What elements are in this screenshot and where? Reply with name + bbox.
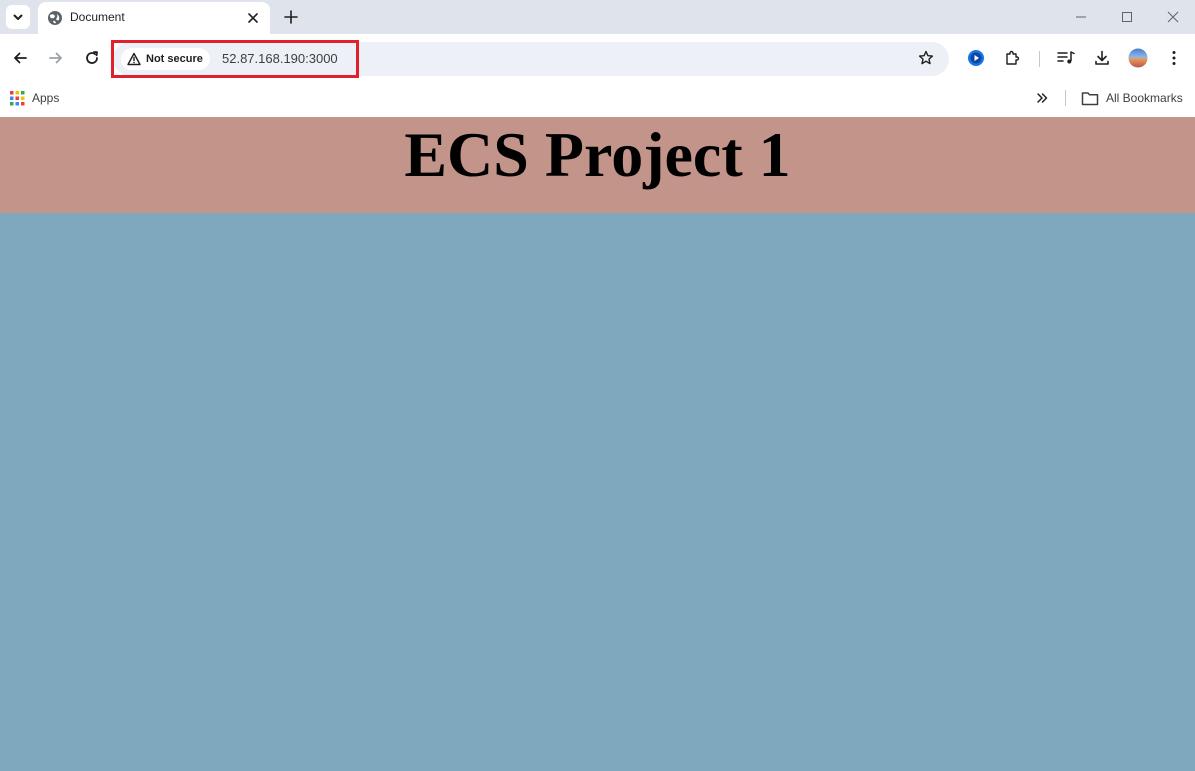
plus-icon — [284, 10, 298, 24]
close-icon — [248, 13, 258, 23]
new-tab-button[interactable] — [280, 6, 302, 28]
media-control-button[interactable] — [1055, 47, 1077, 69]
star-icon — [918, 50, 934, 65]
bookmark-star-button[interactable] — [915, 47, 937, 69]
url-text[interactable]: 52.87.168.190:3000 — [222, 51, 338, 66]
minimize-icon — [1076, 16, 1086, 18]
close-icon — [1167, 11, 1179, 23]
page-body: ECS Project 1 — [0, 117, 1195, 771]
all-bookmarks-label: All Bookmarks — [1106, 91, 1183, 105]
forward-button[interactable] — [45, 47, 67, 69]
tab-title: Document — [70, 10, 125, 24]
page-header: ECS Project 1 — [0, 117, 1195, 213]
bookmarks-bar: Apps All Bookmarks — [0, 82, 1195, 117]
puzzle-icon — [1006, 50, 1020, 65]
tab-strip: Document — [0, 0, 1195, 34]
avatar — [1128, 48, 1148, 68]
browser-menu-button[interactable] — [1163, 47, 1185, 69]
extensions-menu-button[interactable] — [1001, 47, 1023, 69]
bookmarks-divider — [1065, 90, 1066, 106]
play-extension-icon — [968, 50, 984, 66]
profile-button[interactable] — [1127, 47, 1149, 69]
download-icon — [1095, 50, 1109, 65]
chevron-down-icon — [13, 14, 23, 20]
back-button[interactable] — [9, 47, 31, 69]
reload-icon — [86, 51, 98, 64]
warning-icon — [127, 52, 141, 66]
globe-icon — [48, 11, 62, 25]
tab-close-button[interactable] — [245, 10, 261, 26]
apps-label: Apps — [32, 91, 60, 105]
page-title: ECS Project 1 — [404, 119, 791, 190]
kebab-menu-icon — [1172, 51, 1176, 65]
security-indicator[interactable]: Not secure — [121, 48, 210, 70]
security-label: Not secure — [146, 53, 203, 65]
arrow-left-icon — [14, 52, 27, 64]
browser-tab[interactable]: Document — [38, 2, 270, 34]
arrow-right-icon — [49, 52, 62, 64]
apps-shortcut[interactable]: Apps — [10, 88, 59, 108]
all-bookmarks-button[interactable]: All Bookmarks — [1081, 88, 1183, 108]
minimize-button[interactable] — [1070, 6, 1092, 28]
downloads-button[interactable] — [1091, 47, 1113, 69]
apps-grid-icon — [10, 90, 25, 105]
extension-button[interactable] — [965, 47, 987, 69]
browser-toolbar: Not secure 52.87.168.190:3000 — [0, 34, 1195, 82]
toolbar-divider — [1039, 51, 1040, 67]
double-chevron-right-icon — [1037, 93, 1048, 103]
tab-search-button[interactable] — [6, 5, 30, 29]
more-bookmarks-button[interactable] — [1032, 88, 1052, 108]
maximize-button[interactable] — [1116, 6, 1138, 28]
folder-icon — [1081, 91, 1099, 105]
playlist-icon — [1057, 51, 1075, 64]
window-close-button[interactable] — [1162, 6, 1184, 28]
reload-button[interactable] — [81, 47, 103, 69]
maximize-icon — [1122, 12, 1132, 22]
